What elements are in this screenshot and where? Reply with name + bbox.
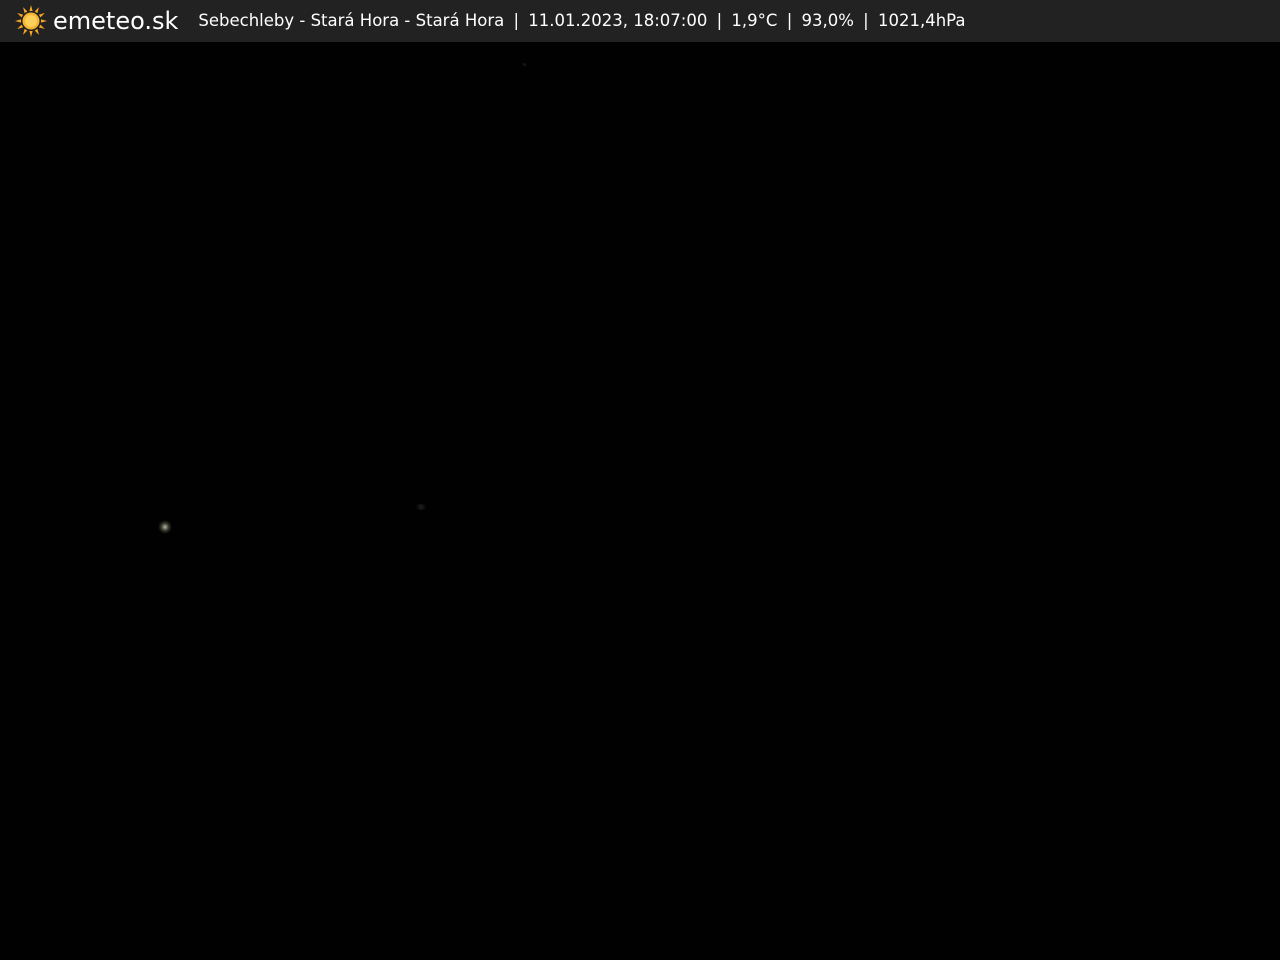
station-info: Sebechleby - Stará Hora - Stará Hora | 1… [198, 0, 965, 42]
humidity-value: 93,0% [801, 11, 854, 30]
station-location: Sebechleby - Stará Hora - Stará Hora [198, 11, 505, 30]
pressure-value: 1021,4hPa [877, 11, 966, 30]
webcam-image [0, 42, 1280, 960]
brand-name: emeteo.sk [53, 7, 179, 35]
separator: | [863, 11, 869, 30]
separator: | [513, 11, 520, 30]
emeteo-logo[interactable]: emeteo.sk [14, 0, 178, 42]
temperature-value: 1,9°C [731, 11, 778, 30]
separator: | [786, 11, 793, 30]
header-bar: emeteo.sk Sebechleby - Stará Hora - Star… [0, 0, 1280, 42]
webcam-page: emeteo.sk Sebechleby - Stará Hora - Star… [0, 0, 1280, 960]
separator: | [716, 11, 723, 30]
distant-light [522, 62, 527, 67]
observation-datetime: 11.01.2023, 18:07:00 [528, 11, 708, 30]
distant-light [158, 520, 172, 534]
sun-icon [15, 5, 47, 37]
distant-light [414, 504, 428, 510]
